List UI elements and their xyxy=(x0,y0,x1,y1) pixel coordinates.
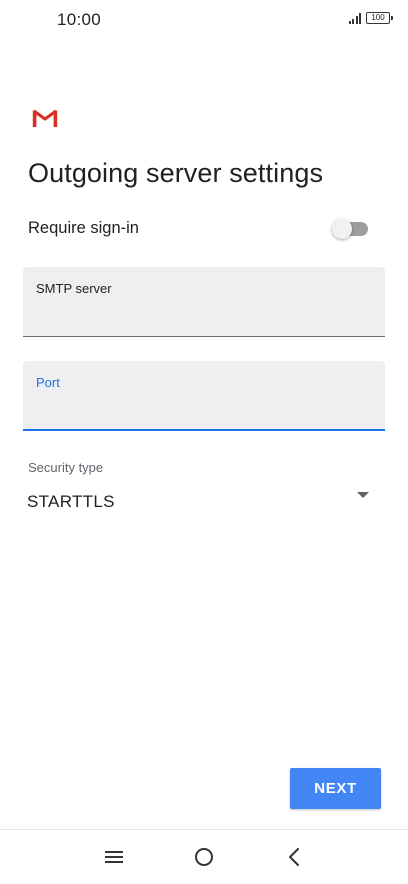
signal-icon xyxy=(348,12,361,24)
page-title: Outgoing server settings xyxy=(28,158,324,188)
menu-icon[interactable] xyxy=(99,842,129,872)
require-sign-in-toggle[interactable] xyxy=(332,219,368,239)
navigation-bar xyxy=(0,829,408,884)
port-field[interactable]: Port xyxy=(23,361,385,431)
port-label: Port xyxy=(36,375,60,390)
require-sign-in-label: Require sign-in xyxy=(28,219,139,237)
status-icons: 100 xyxy=(348,12,393,24)
status-time: 10:00 xyxy=(57,10,102,29)
home-icon[interactable] xyxy=(189,842,219,872)
smtp-server-input[interactable] xyxy=(36,303,366,327)
back-icon[interactable] xyxy=(279,842,309,872)
security-type-label: Security type xyxy=(28,460,104,475)
gmail-logo-icon xyxy=(32,109,58,127)
security-type-value[interactable]: STARTTLS xyxy=(27,492,115,512)
smtp-server-label: SMTP server xyxy=(36,281,112,296)
smtp-server-field[interactable]: SMTP server xyxy=(23,267,385,337)
battery-icon: 100 xyxy=(366,12,393,24)
port-input[interactable] xyxy=(36,397,366,421)
next-button[interactable]: NEXT xyxy=(290,768,381,809)
status-bar: 10:00 100 xyxy=(0,0,408,40)
dropdown-arrow-icon[interactable] xyxy=(357,492,369,498)
battery-level: 100 xyxy=(371,13,385,22)
toggle-thumb xyxy=(332,219,352,239)
require-sign-in-row[interactable]: Require sign-in xyxy=(0,210,408,246)
